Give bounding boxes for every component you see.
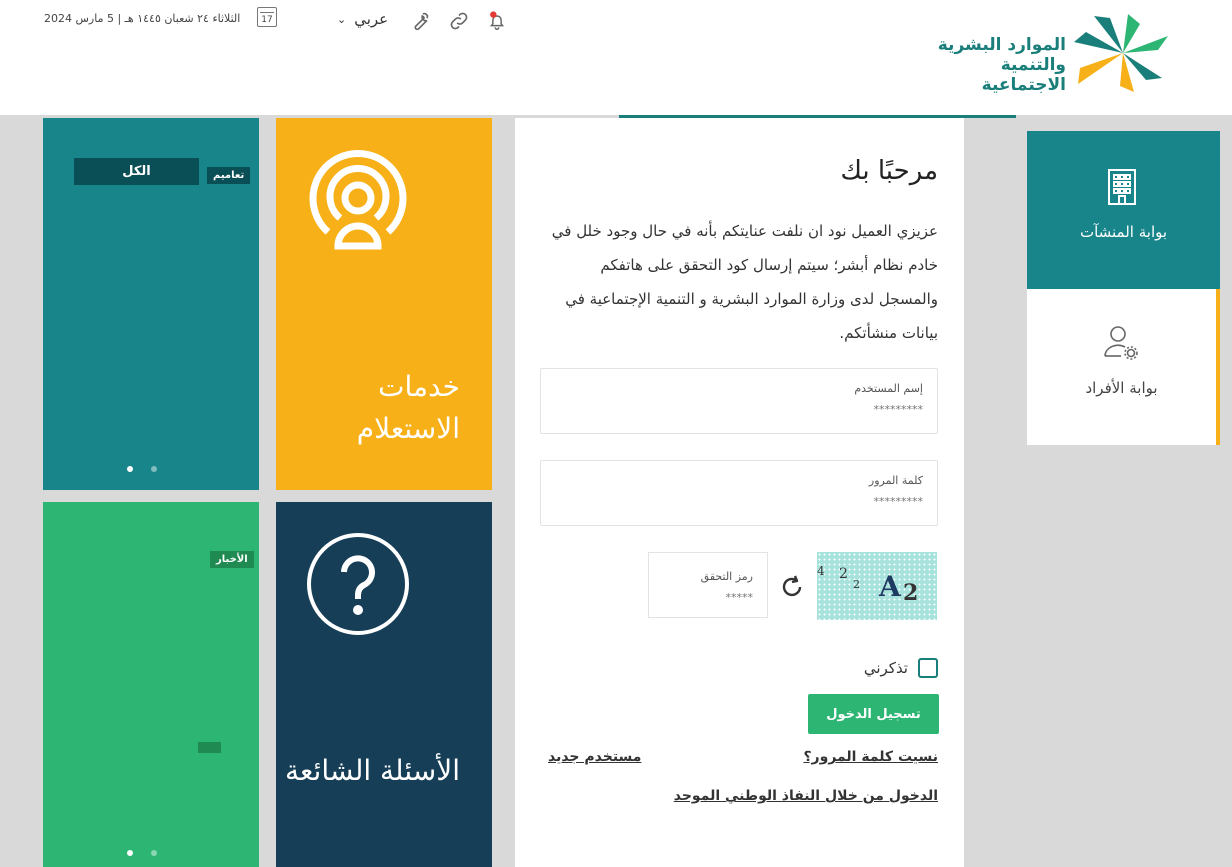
circulars-tag: تعاميم xyxy=(207,167,251,184)
remember-checkbox[interactable] xyxy=(918,658,938,678)
carousel-dot-1[interactable] xyxy=(127,466,133,472)
language-label: عربي xyxy=(354,10,389,28)
captcha-label: رمز التحقق xyxy=(700,570,753,583)
password-field[interactable]: كلمة المرور xyxy=(540,460,938,526)
password-input[interactable] xyxy=(563,495,923,508)
wrench-icon[interactable] xyxy=(409,10,431,32)
building-icon xyxy=(1108,169,1136,205)
login-button[interactable]: تسجيل الدخول xyxy=(808,694,939,734)
faq-tile[interactable]: الأسئلة الشائعة xyxy=(276,502,492,867)
nafath-login-link[interactable]: الدخول من خلال النفاذ الوطني الموحد xyxy=(674,788,938,804)
username-field[interactable]: إسم المستخدم xyxy=(540,368,938,434)
news-tile[interactable]: الأخبار xyxy=(43,502,259,867)
password-label: كلمة المرور xyxy=(868,474,923,487)
chevron-down-icon: ⌄ xyxy=(337,12,347,26)
remember-label: تذكرني xyxy=(863,659,908,677)
inquiry-services-title: خدمات الاستعلام xyxy=(356,370,460,445)
captcha-field[interactable]: رمز التحقق xyxy=(648,552,768,618)
establishments-portal-label: بوابة المنشآت xyxy=(1079,223,1168,241)
intro-text: عزيزي العميل نود ان نلفت عنايتكم بأنه في… xyxy=(551,222,938,342)
carousel-dot-2[interactable] xyxy=(151,466,157,472)
remember-me[interactable]: تذكرني xyxy=(864,658,938,678)
captcha-image: 4 2 2 A 2 xyxy=(817,552,937,620)
bell-icon[interactable] xyxy=(486,10,508,32)
carousel-dot-2[interactable] xyxy=(151,850,157,856)
user-settings-icon xyxy=(1104,326,1138,360)
language-selector[interactable]: ⌄ عربي xyxy=(337,10,388,28)
question-icon xyxy=(307,533,409,635)
welcome-title: مرحبًا بك xyxy=(840,156,938,186)
ministry-name: الموارد البشرية والتنمية الاجتماعية xyxy=(937,35,1066,95)
podcast-icon xyxy=(309,150,407,250)
forgot-password-link[interactable]: نسيت كلمة المرور؟ xyxy=(803,749,938,765)
faq-title: الأسئلة الشائعة xyxy=(285,754,460,787)
top-header: الثلاثاء ٢٤ شعبان ١٤٤٥ هـ | 5 مارس 2024 … xyxy=(0,0,1232,115)
username-input[interactable] xyxy=(563,403,923,416)
establishments-portal-tab[interactable]: بوابة المنشآت xyxy=(1027,131,1220,289)
ministry-logo[interactable] xyxy=(1074,14,1172,92)
refresh-captcha-icon[interactable] xyxy=(779,574,805,600)
news-tag: الأخبار xyxy=(210,551,254,568)
individuals-portal-tab[interactable]: بوابة الأفراد xyxy=(1027,289,1220,445)
portal-switcher: بوابة المنشآت بوابة الأفراد xyxy=(1027,131,1220,445)
inquiry-services-tile[interactable]: خدمات الاستعلام xyxy=(276,118,492,490)
link-icon[interactable] xyxy=(448,10,470,32)
new-user-link[interactable]: مستخدم جديد xyxy=(548,749,641,765)
calendar-icon[interactable]: 17 xyxy=(257,7,277,27)
login-panel: مرحبًا بك عزيزي العميل نود ان نلفت عنايت… xyxy=(515,118,964,867)
captcha-input[interactable] xyxy=(663,591,753,604)
individuals-portal-label: بوابة الأفراد xyxy=(1085,379,1158,397)
current-date: الثلاثاء ٢٤ شعبان ١٤٤٥ هـ | 5 مارس 2024 xyxy=(44,12,241,25)
all-tag[interactable]: الكل xyxy=(74,158,199,185)
news-placeholder xyxy=(198,742,221,753)
circulars-tile[interactable]: الكل تعاميم xyxy=(43,118,259,490)
username-label: إسم المستخدم xyxy=(854,382,923,395)
carousel-dot-1[interactable] xyxy=(127,850,133,856)
